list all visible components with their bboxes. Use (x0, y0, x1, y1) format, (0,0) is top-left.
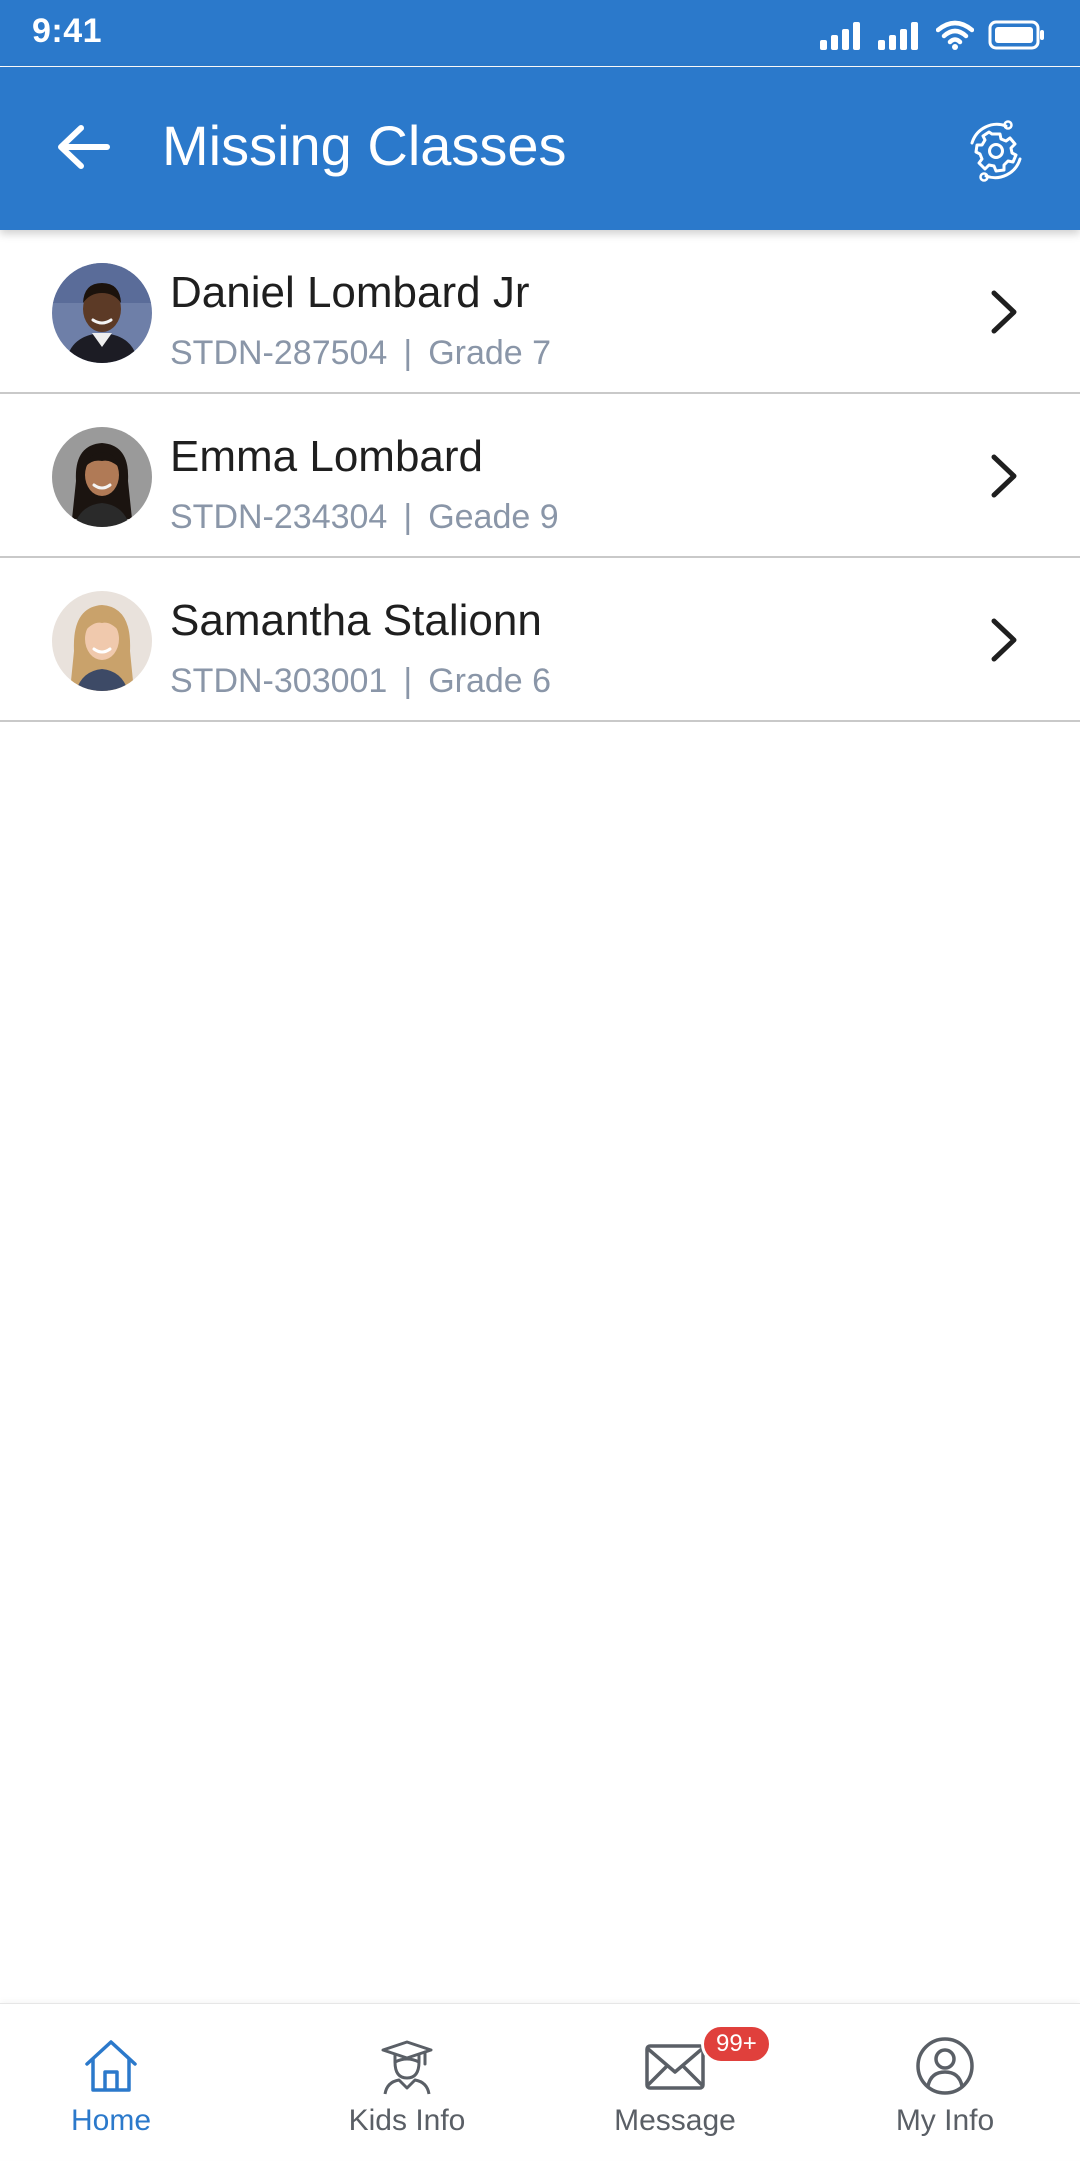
avatar (52, 263, 152, 363)
status-icons (820, 18, 1046, 50)
cellular-signal-icon (820, 22, 860, 50)
nav-label: Kids Info (348, 2104, 466, 2137)
battery-icon (988, 20, 1044, 50)
back-button[interactable] (48, 117, 118, 177)
student-grade: Geade 9 (428, 498, 559, 536)
user-circle-icon (916, 2037, 974, 2095)
avatar (52, 427, 152, 527)
settings-button[interactable] (956, 111, 1036, 191)
meta-separator: | (403, 662, 413, 700)
student-name: Samantha Stalionn (170, 596, 542, 645)
cellular-signal-2-icon (878, 22, 918, 50)
gear-sync-icon (970, 120, 1022, 182)
nav-home[interactable]: Home (11, 2004, 211, 2161)
student-name: Daniel Lombard Jr (170, 268, 530, 317)
chevron-right-icon (991, 618, 1017, 662)
nav-message[interactable]: 99+ Message (575, 2004, 775, 2161)
home-icon (85, 2040, 137, 2092)
bottom-nav: Home Kids Info 99+ Message My Info (0, 2003, 1080, 2160)
student-grade: Grade 6 (428, 662, 552, 700)
status-bar: 9:41 (0, 0, 1080, 66)
student-grade: Grade 7 (428, 334, 552, 372)
app-bar: Missing Classes (0, 67, 1080, 230)
student-row-emma[interactable]: Emma Lombard STDN-234304 | Geade 9 (0, 394, 1080, 558)
chevron-right-icon (991, 290, 1017, 334)
nav-label: My Info (895, 2104, 995, 2137)
student-photo (52, 263, 152, 363)
status-time: 9:41 (32, 12, 103, 50)
nav-label: Message (614, 2104, 736, 2137)
student-id: STDN-234304 (170, 498, 388, 536)
chevron-right-icon (991, 454, 1017, 498)
student-row-samantha[interactable]: Samantha Stalionn STDN-303001 | Grade 6 (0, 558, 1080, 722)
student-meta: STDN-303001 | Grade 6 (170, 662, 551, 701)
nav-my-info[interactable]: My Info (845, 2004, 1045, 2161)
student-meta: STDN-234304 | Geade 9 (170, 498, 559, 537)
unread-badge: 99+ (701, 2024, 772, 2064)
graduate-icon (381, 2040, 433, 2095)
student-list: Daniel Lombard Jr STDN-287504 | Grade 7 Em… (0, 230, 1080, 722)
nav-label: Home (70, 2104, 152, 2137)
student-row-daniel[interactable]: Daniel Lombard Jr STDN-287504 | Grade 7 (0, 230, 1080, 394)
student-photo (52, 427, 152, 527)
arrow-left-icon (58, 125, 110, 169)
student-name: Emma Lombard (170, 432, 484, 481)
nav-kids-info[interactable]: Kids Info (307, 2004, 507, 2161)
student-id: STDN-303001 (170, 662, 388, 700)
page-title: Missing Classes (162, 114, 567, 177)
meta-separator: | (403, 334, 413, 372)
wifi-icon (936, 20, 974, 50)
mail-icon (645, 2044, 705, 2090)
student-meta: STDN-287504 | Grade 7 (170, 334, 551, 373)
student-photo (52, 591, 152, 691)
student-id: STDN-287504 (170, 334, 388, 372)
avatar (52, 591, 152, 691)
meta-separator: | (403, 498, 413, 536)
